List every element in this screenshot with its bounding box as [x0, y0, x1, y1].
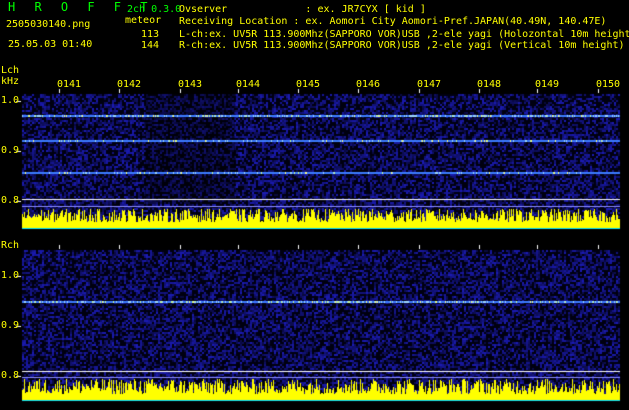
khz-unit-label: kHz [1, 76, 20, 87]
time-label-0149: 0149 [535, 79, 560, 90]
rch-tick-1-0: 1.0 [1, 270, 20, 281]
time-label-0147: 0147 [417, 79, 442, 90]
lch-tick-0-9: 0.9 [1, 145, 20, 156]
time-label-0142: 0142 [117, 79, 142, 90]
lch-tick-1-0: 1.0 [1, 95, 20, 106]
rch-meteor-count: 144 [141, 40, 160, 51]
time-label-0143: 0143 [178, 79, 203, 90]
file-name: 2505030140.png [6, 19, 91, 30]
observer-line: Ovserver : ex. JR7CYX [ kid ] [179, 4, 426, 15]
rch-label: Rch [1, 240, 20, 251]
location-line: Receiving Location : ex. Aomori City Aom… [179, 16, 607, 27]
time-label-0146: 0146 [356, 79, 381, 90]
lch-tick-0-8: 0.8 [1, 195, 20, 206]
rch-config-line: R-ch:ex. UV5R 113.900Mhz(SAPPORO VOR)USB… [179, 40, 625, 51]
rch-tick-0-9: 0.9 [1, 320, 20, 331]
time-label-0141: 0141 [57, 79, 82, 90]
meteor-label: meteor [125, 15, 162, 26]
time-label-0148: 0148 [477, 79, 502, 90]
time-label-0145: 0145 [296, 79, 321, 90]
rch-tick-0-8: 0.8 [1, 370, 20, 381]
hroft-display: H R O F F T 2ch 0.3.0 2505030140.png met… [0, 0, 629, 410]
datetime: 25.05.03 01:40 [8, 39, 93, 50]
spectrogram-canvas [0, 0, 629, 410]
time-label-0150: 0150 [596, 79, 621, 90]
time-label-0144: 0144 [236, 79, 261, 90]
